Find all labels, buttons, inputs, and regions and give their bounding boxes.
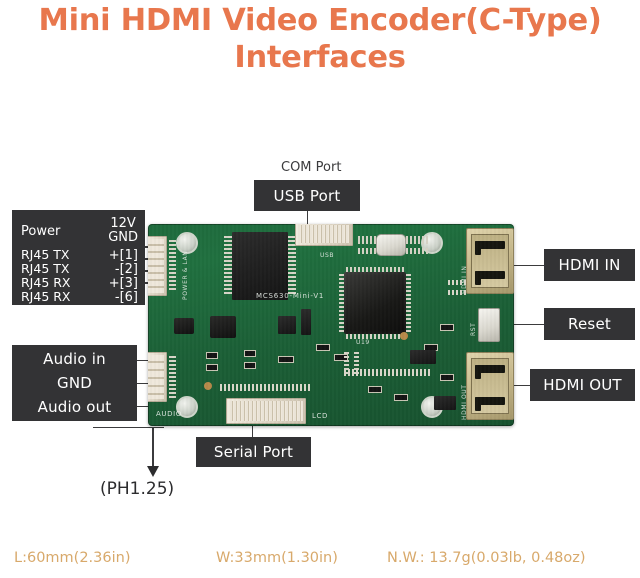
smd-resistor <box>368 386 382 393</box>
table-row: RJ45 RX +[3] <box>21 275 138 291</box>
soc-pins-right <box>406 274 411 332</box>
usb-port-connector <box>295 224 353 246</box>
silk-audio: AUDIO <box>156 410 182 418</box>
silk-usb: USB <box>320 252 335 259</box>
pad-group <box>354 352 359 374</box>
spec-weight: N.W.: 13.7g(0.03lb, 0.48oz) <box>387 550 586 566</box>
hdmi-out-connector <box>466 352 514 420</box>
spec-length: L:60mm(2.36in) <box>14 550 131 566</box>
table-row: RJ45 TX -[2] <box>21 261 138 277</box>
title-line-1: Mini HDMI Video Encoder(C-Type) <box>38 3 602 38</box>
pcb-board-image: POWER & LAN USB U19 MCS630-Mini-V1 AUDIO… <box>148 224 514 426</box>
small-chip <box>278 316 296 334</box>
soc-pins-bottom <box>346 334 404 339</box>
soc-pins-left <box>339 274 344 332</box>
smd-resistor <box>440 324 454 331</box>
smd-resistor <box>244 350 256 357</box>
silk-rst: RST <box>470 322 477 336</box>
callout-usb-port[interactable]: USB Port <box>254 180 360 211</box>
inductor-2 <box>174 318 194 334</box>
pin-header-bottom <box>220 384 310 391</box>
smd-resistor <box>394 394 408 401</box>
audio-connector <box>148 352 167 402</box>
silk-u19: U19 <box>356 339 370 346</box>
pad-group <box>344 352 349 374</box>
silk-power-lan: POWER & LAN <box>182 250 189 300</box>
table-row: RJ45 RX -[6] <box>21 289 138 305</box>
spec-width: W:33mm(1.30in) <box>216 550 338 566</box>
crystal-oscillator <box>376 234 406 256</box>
smd-resistor <box>278 356 294 363</box>
rj45-row-pin: -[2] <box>114 262 138 277</box>
leader-line-serial-port <box>252 424 253 438</box>
power-lan-connector <box>148 236 167 296</box>
ethernet-phy-chip <box>232 232 288 300</box>
table-row: RJ45 TX +[1] <box>21 247 138 263</box>
chip-pins-left <box>224 236 232 296</box>
power-12v: 12V <box>110 216 136 231</box>
smd-resistor <box>244 362 256 369</box>
smd-resistor <box>316 344 330 351</box>
serial-lcd-connector <box>226 398 306 424</box>
rj45-row-pin: +[3] <box>108 276 138 291</box>
rj45-row-pin: +[1] <box>108 248 138 263</box>
silk-model: MCS630-Mini-V1 <box>256 292 325 300</box>
leader-line-usb-port <box>307 211 308 225</box>
label-ph-connector: (PH1.25) <box>100 479 175 499</box>
rj45-row-label: RJ45 RX <box>21 289 71 304</box>
leader-line-ph-vertical <box>152 427 154 468</box>
rj45-row-label: RJ45 TX <box>21 261 70 276</box>
label-com-port: COM Port <box>281 160 342 175</box>
capacitor <box>400 332 408 340</box>
smd-resistor <box>206 352 218 359</box>
flash-chip <box>301 309 311 335</box>
reset-button[interactable] <box>478 308 500 342</box>
callout-hdmi-in[interactable]: HDMI IN <box>544 249 635 281</box>
callout-power-rj45[interactable]: Power 12V GND RJ45 TX +[1] RJ45 TX -[2] … <box>12 210 145 305</box>
callout-reset[interactable]: Reset <box>544 308 635 340</box>
rj45-row-pin: -[6] <box>114 290 138 305</box>
arrow-head-ph <box>147 466 159 477</box>
rj45-row-label: RJ45 TX <box>21 247 70 262</box>
title-line-2: Interfaces <box>234 40 406 75</box>
silk-lcd: LCD <box>312 412 328 420</box>
rj45-row-label: RJ45 RX <box>21 275 71 290</box>
callout-audio-out[interactable]: Audio out <box>12 393 137 421</box>
power-lan-pads <box>169 240 176 292</box>
callout-serial-port[interactable]: Serial Port <box>196 437 311 467</box>
callout-hdmi-out[interactable]: HDMI OUT <box>530 369 635 401</box>
small-ic <box>434 396 456 410</box>
power-gnd: GND <box>108 230 138 245</box>
hdmi-in-connector <box>466 228 514 294</box>
audio-pads <box>169 356 176 398</box>
smd-resistor <box>206 364 218 371</box>
smd-resistor <box>440 374 454 381</box>
specs-row: L:60mm(2.36in) W:33mm(1.30in) N.W.: 13.7… <box>0 545 640 571</box>
small-ic <box>410 350 436 364</box>
main-soc-chip <box>344 272 406 334</box>
power-label: Power <box>21 223 61 239</box>
pad-group <box>448 280 466 285</box>
pad-group <box>448 290 466 295</box>
inductor <box>210 316 236 338</box>
capacitor <box>204 382 212 390</box>
product-diagram-canvas: Mini HDMI Video Encoder(C-Type) Interfac… <box>0 0 640 578</box>
silk-hdmi-out: HDMI OUT <box>461 384 468 420</box>
soc-pins-top <box>346 267 404 272</box>
page-title: Mini HDMI Video Encoder(C-Type) Interfac… <box>0 2 640 76</box>
